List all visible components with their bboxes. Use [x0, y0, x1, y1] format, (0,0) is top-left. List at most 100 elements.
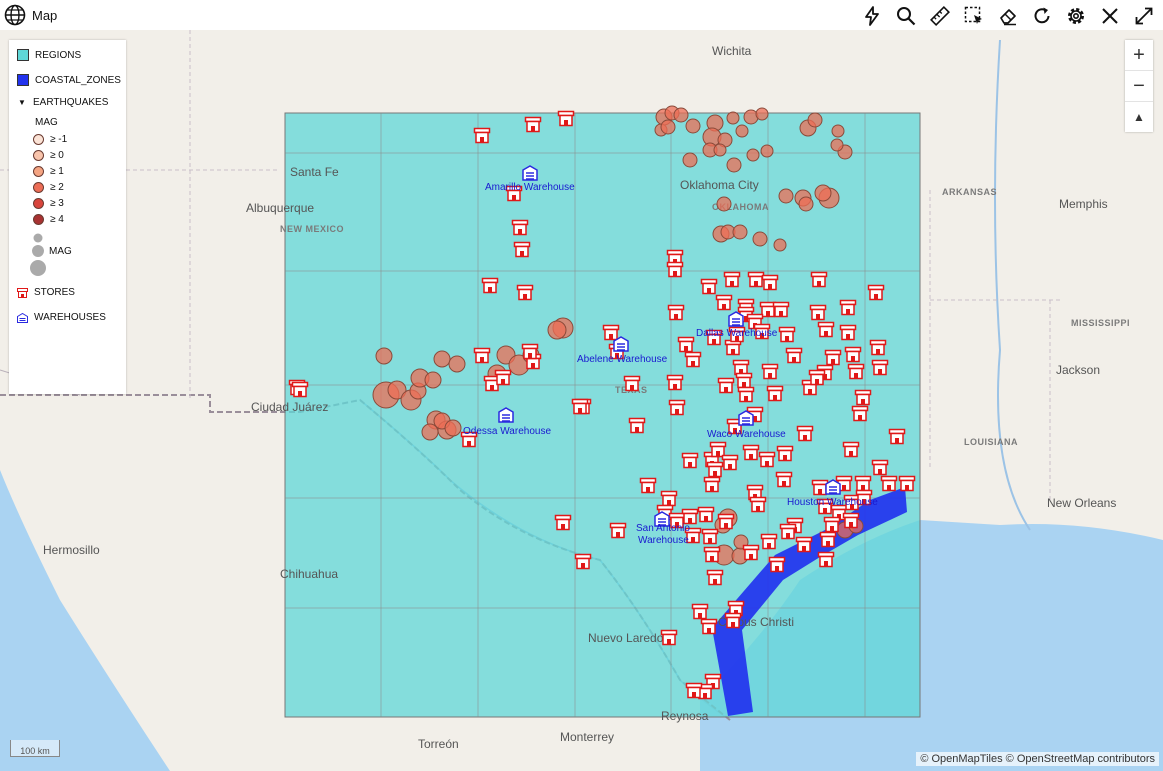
store-marker[interactable]: [768, 556, 786, 573]
store-marker[interactable]: [609, 522, 627, 539]
store-marker[interactable]: [839, 299, 857, 316]
warehouse-marker[interactable]: [738, 410, 754, 426]
map-canvas[interactable]: Wichita Santa Fe Albuquerque Oklahoma Ci…: [0, 30, 1163, 771]
store-marker[interactable]: [554, 514, 572, 531]
store-marker[interactable]: [703, 476, 721, 493]
store-marker[interactable]: [817, 551, 835, 568]
earthquake-marker[interactable]: [726, 111, 740, 125]
store-marker[interactable]: [715, 294, 733, 311]
store-marker[interactable]: [701, 528, 719, 545]
eraser-button[interactable]: [994, 2, 1021, 29]
warehouse-marker[interactable]: [613, 336, 629, 352]
store-marker[interactable]: [867, 284, 885, 301]
attribution[interactable]: © OpenMapTiles © OpenStreetMap contribut…: [916, 752, 1159, 766]
store-marker[interactable]: [516, 284, 534, 301]
store-marker[interactable]: [521, 343, 539, 360]
store-marker[interactable]: [666, 374, 684, 391]
store-marker[interactable]: [760, 533, 778, 550]
store-marker[interactable]: [869, 339, 887, 356]
store-marker[interactable]: [677, 336, 695, 353]
store-marker[interactable]: [761, 274, 779, 291]
caret-down-icon[interactable]: ▼: [17, 98, 27, 107]
store-marker[interactable]: [823, 516, 841, 533]
store-marker[interactable]: [842, 512, 860, 529]
refresh-button[interactable]: [1028, 2, 1055, 29]
earthquake-marker[interactable]: [746, 148, 760, 162]
store-marker[interactable]: [667, 304, 685, 321]
earthquake-marker[interactable]: [424, 371, 442, 389]
store-marker[interactable]: [871, 459, 889, 476]
earthquake-marker[interactable]: [660, 119, 676, 135]
earthquake-marker[interactable]: [735, 124, 749, 138]
store-marker[interactable]: [571, 398, 589, 415]
settings-button[interactable]: [1062, 2, 1089, 29]
store-marker[interactable]: [481, 277, 499, 294]
search-button[interactable]: [892, 2, 919, 29]
earthquake-marker[interactable]: [444, 419, 462, 437]
expand-button[interactable]: [1130, 2, 1157, 29]
store-marker[interactable]: [761, 363, 779, 380]
store-marker[interactable]: [473, 127, 491, 144]
store-marker[interactable]: [639, 477, 657, 494]
zoom-out-button[interactable]: −: [1125, 71, 1153, 102]
earthquake-marker[interactable]: [673, 107, 689, 123]
store-marker[interactable]: [854, 389, 872, 406]
store-marker[interactable]: [685, 682, 703, 699]
store-marker[interactable]: [700, 278, 718, 295]
warehouse-marker[interactable]: [728, 311, 744, 327]
store-marker[interactable]: [844, 346, 862, 363]
store-marker[interactable]: [819, 531, 837, 548]
store-marker[interactable]: [775, 471, 793, 488]
legend-item-earthquakes[interactable]: ▼ EARTHQUAKES: [17, 97, 108, 108]
store-marker[interactable]: [898, 475, 916, 492]
store-marker[interactable]: [888, 428, 906, 445]
store-marker[interactable]: [691, 603, 709, 620]
store-marker[interactable]: [494, 369, 512, 386]
store-marker[interactable]: [742, 444, 760, 461]
store-marker[interactable]: [724, 612, 742, 629]
reset-north-button[interactable]: ▲: [1125, 102, 1153, 132]
earthquake-marker[interactable]: [755, 107, 769, 121]
ruler-button[interactable]: [926, 2, 953, 29]
store-marker[interactable]: [766, 385, 784, 402]
earthquake-marker[interactable]: [831, 124, 845, 138]
earthquake-marker[interactable]: [778, 188, 794, 204]
store-marker[interactable]: [697, 506, 715, 523]
store-marker[interactable]: [742, 544, 760, 561]
store-marker[interactable]: [717, 377, 735, 394]
store-marker[interactable]: [796, 425, 814, 442]
warehouse-marker[interactable]: [498, 407, 514, 423]
earthquake-marker[interactable]: [713, 143, 727, 157]
store-marker[interactable]: [628, 417, 646, 434]
earthquake-marker[interactable]: [798, 196, 814, 212]
earthquake-marker[interactable]: [421, 423, 439, 441]
earthquake-marker[interactable]: [716, 196, 732, 212]
earthquake-marker[interactable]: [726, 157, 742, 173]
store-marker[interactable]: [880, 475, 898, 492]
store-marker[interactable]: [842, 441, 860, 458]
store-marker[interactable]: [660, 490, 678, 507]
store-marker[interactable]: [511, 219, 529, 236]
earthquake-marker[interactable]: [830, 138, 844, 152]
store-marker[interactable]: [749, 496, 767, 513]
store-marker[interactable]: [817, 321, 835, 338]
store-marker[interactable]: [778, 326, 796, 343]
store-marker[interactable]: [574, 553, 592, 570]
store-marker[interactable]: [681, 452, 699, 469]
store-marker[interactable]: [623, 375, 641, 392]
store-marker[interactable]: [776, 445, 794, 462]
store-marker[interactable]: [291, 381, 309, 398]
lightning-button[interactable]: [858, 2, 885, 29]
store-marker[interactable]: [732, 359, 750, 376]
store-marker[interactable]: [824, 349, 842, 366]
store-marker[interactable]: [851, 405, 869, 422]
store-marker[interactable]: [723, 271, 741, 288]
store-marker[interactable]: [602, 324, 620, 341]
earthquake-marker[interactable]: [760, 144, 774, 158]
store-marker[interactable]: [706, 569, 724, 586]
store-marker[interactable]: [758, 451, 776, 468]
earthquake-marker[interactable]: [682, 152, 698, 168]
store-marker[interactable]: [703, 546, 721, 563]
earthquake-marker[interactable]: [547, 320, 567, 340]
earthquake-marker[interactable]: [814, 184, 832, 202]
